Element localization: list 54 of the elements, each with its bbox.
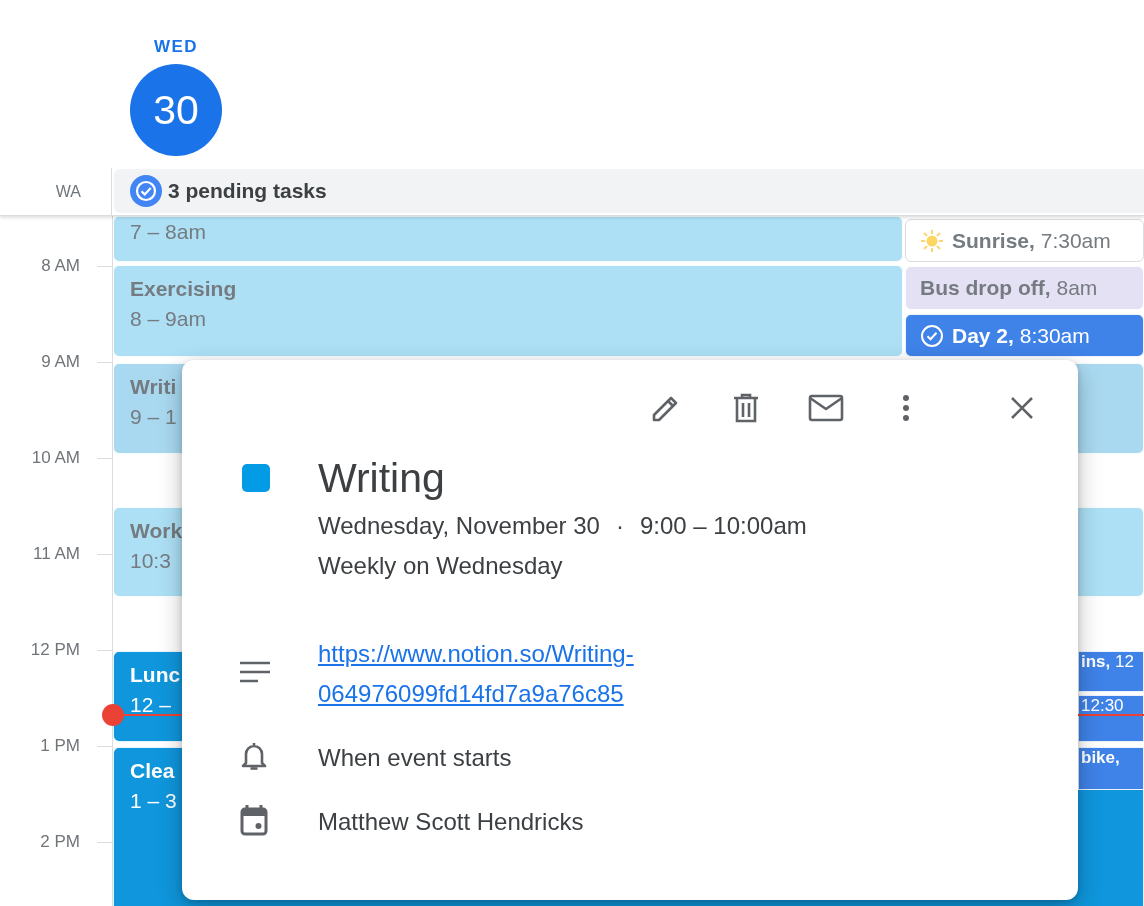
event-card[interactable]: Exercising 8 – 9am	[113, 265, 903, 357]
mail-icon	[808, 394, 844, 422]
event-time: 7 – 8am	[130, 219, 206, 245]
timezone-label: WA	[55, 182, 81, 201]
check-circle-icon	[920, 323, 944, 348]
hour-label: 9 AM	[41, 352, 80, 372]
event-time: 9:00 – 10:00am	[639, 511, 807, 541]
event-date: Wednesday, November 30	[318, 511, 600, 541]
event-chip[interactable]: Bus drop off, 8am	[905, 266, 1144, 310]
reminder-text: When event starts	[318, 743, 513, 773]
event-title: Writing	[318, 454, 446, 503]
event-title: Clea	[130, 758, 175, 784]
close-icon	[1010, 396, 1034, 420]
calendar-owner: Matthew Scott Hendricks	[318, 807, 585, 837]
event-time: 1 – 3	[130, 788, 177, 814]
event-chip[interactable]: Sunrise, 7:30am	[905, 219, 1144, 262]
event-title: Exercising	[130, 276, 237, 302]
event-time: 8 – 9am	[130, 306, 206, 332]
event-chip[interactable]: ins, 12	[1078, 651, 1144, 692]
event-label: bike,	[1081, 749, 1120, 766]
event-title: Work	[130, 518, 183, 544]
hour-label: 12 PM	[30, 640, 80, 660]
trash-icon	[732, 392, 760, 424]
event-card[interactable]: 7 – 8am	[113, 216, 903, 262]
bell-icon	[240, 741, 268, 771]
task-check-icon	[130, 175, 162, 207]
hour-label: 10 AM	[31, 448, 80, 468]
recurrence-text: Weekly on Wednesday	[318, 551, 564, 581]
more-icon	[902, 394, 910, 422]
sun-icon	[920, 228, 944, 253]
pending-tasks-chip[interactable]: 3 pending tasks	[114, 169, 1144, 213]
hour-label: 1 PM	[40, 736, 80, 756]
event-title: Lunc	[130, 662, 181, 688]
date-circle[interactable]: 30	[130, 64, 222, 156]
event-label: Day 2, 8:30am	[952, 323, 1090, 348]
calendar-icon	[240, 804, 268, 836]
separator-dot: ·	[615, 511, 624, 541]
hour-label: 2 PM	[40, 832, 80, 852]
event-time: 12 –	[130, 692, 171, 718]
weekday-label: WED	[153, 36, 199, 58]
event-chip[interactable]: Day 2, 8:30am	[905, 314, 1144, 357]
event-chip[interactable]: 12:30	[1078, 695, 1144, 742]
hour-label: 11 AM	[33, 544, 80, 564]
event-title: Writi	[130, 374, 177, 400]
event-time: 9 – 1	[130, 404, 177, 430]
event-label: Bus drop off, 8am	[920, 276, 1098, 300]
event-time: 10:3	[130, 548, 171, 574]
event-label: Sunrise, 7:30am	[952, 228, 1111, 253]
description-link[interactable]: https://www.notion.so/Writing-064976099fd14fd7a9a76c85	[318, 634, 738, 714]
hour-label: 8 AM	[41, 256, 80, 276]
event-chip[interactable]: bike,	[1078, 747, 1144, 790]
description-icon	[240, 661, 270, 683]
event-label: ins, 12	[1081, 653, 1134, 670]
event-label: 12:30	[1081, 697, 1124, 714]
